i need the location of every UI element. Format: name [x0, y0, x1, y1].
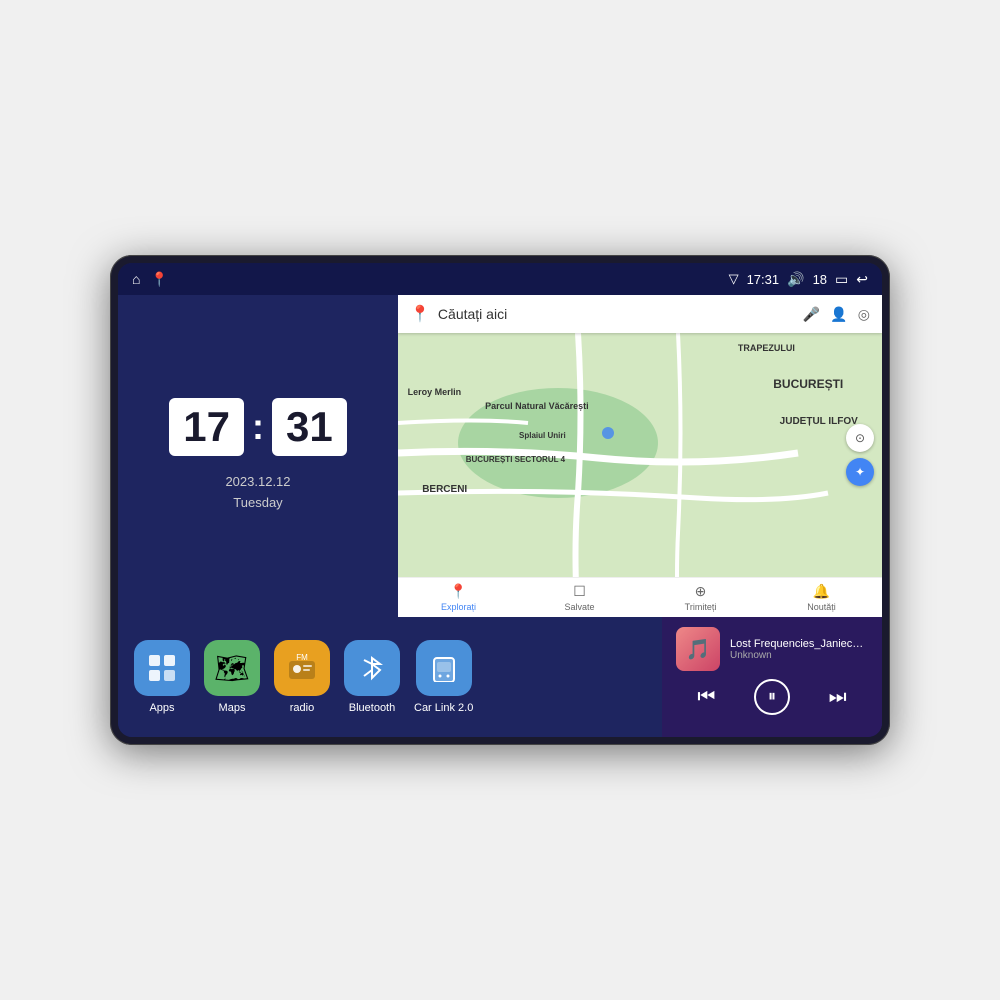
music-panel: 🎵 Lost Frequencies_Janieck Devy-... Unkn…	[662, 617, 882, 737]
maps-icon: 🗺	[204, 640, 260, 696]
main-content: 17 : 31 2023.12.12 Tuesday 📍 Căutați aic…	[118, 295, 882, 737]
music-controls: ⏮ ⏸ ⏭	[676, 679, 868, 715]
radio-label: radio	[290, 702, 314, 714]
status-left: ⌂ 📍	[132, 271, 168, 288]
bluetooth-icon	[344, 640, 400, 696]
map-bottom-nav: 📍 Explorați ☐ Salvate ⊕ Trimiteți 🔔	[398, 577, 882, 617]
music-thumb-icon: 🎵	[686, 637, 711, 662]
clock-display: 17 : 31	[169, 398, 346, 456]
map-search-bar: 📍 Căutați aici 🎤 👤 ◎	[398, 295, 882, 333]
map-nav-news-icon: 🔔	[813, 583, 830, 600]
map-voice-icon[interactable]: 🎤	[803, 306, 820, 323]
app-bluetooth[interactable]: Bluetooth	[344, 640, 400, 714]
music-artist: Unknown	[730, 650, 868, 661]
map-account-icon[interactable]: 👤	[830, 306, 847, 323]
clock-day: Tuesday	[225, 493, 290, 514]
svg-text:FM: FM	[296, 653, 308, 662]
map-label-sector4: BUCUREȘTI SECTORUL 4	[466, 455, 565, 464]
map-nav-explore[interactable]: 📍 Explorați	[398, 583, 519, 612]
map-label-splaiul: Splaiul Uniri	[519, 431, 566, 440]
map-road-4	[713, 333, 717, 577]
signal-icon: ▽	[729, 271, 739, 287]
status-right: ▽ 17:31 🔊 18 ▭ ↩	[729, 271, 868, 288]
maps-emoji-icon: 🗺	[214, 652, 250, 685]
status-time: 17:31	[747, 272, 780, 287]
app-maps[interactable]: 🗺 Maps	[204, 640, 260, 714]
map-nav-send-label: Trimiteți	[685, 602, 717, 612]
bluetooth-label: Bluetooth	[349, 702, 395, 714]
map-label-park: Parcul Natural Văcărești	[485, 401, 589, 411]
map-panel[interactable]: 📍 Căutați aici 🎤 👤 ◎	[398, 295, 882, 617]
map-compass-btn[interactable]: ⊙	[846, 424, 874, 452]
status-bar: ⌂ 📍 ▽ 17:31 🔊 18 ▭ ↩	[118, 263, 882, 295]
clock-date-value: 2023.12.12	[225, 472, 290, 493]
map-label-leroy: Leroy Merlin	[408, 387, 462, 397]
music-info: 🎵 Lost Frequencies_Janieck Devy-... Unkn…	[676, 627, 868, 671]
map-nav-explore-label: Explorați	[441, 602, 476, 612]
map-controls: ⊙ ✦	[846, 424, 874, 486]
map-nav-saved[interactable]: ☐ Salvate	[519, 583, 640, 612]
device-screen: ⌂ 📍 ▽ 17:31 🔊 18 ▭ ↩ 17 :	[118, 263, 882, 737]
map-nav-explore-icon: 📍	[450, 583, 467, 600]
clock-minutes: 31	[272, 398, 347, 456]
music-thumbnail: 🎵	[676, 627, 720, 671]
battery-icon: ▭	[835, 271, 848, 288]
map-nav-news[interactable]: 🔔 Noutăți	[761, 583, 882, 612]
app-carlink[interactable]: Car Link 2.0	[414, 640, 473, 714]
clock-date: 2023.12.12 Tuesday	[225, 472, 290, 514]
maps-pin-icon[interactable]: 📍	[150, 271, 167, 288]
app-apps[interactable]: Apps	[134, 640, 190, 714]
home-icon[interactable]: ⌂	[132, 271, 140, 287]
top-section: 17 : 31 2023.12.12 Tuesday 📍 Căutați aic…	[118, 295, 882, 617]
map-search-actions: 🎤 👤 ◎	[803, 306, 870, 323]
carlink-label: Car Link 2.0	[414, 702, 473, 714]
clock-colon: :	[252, 406, 264, 448]
volume-icon: 🔊	[787, 271, 804, 288]
bottom-section: Apps 🗺 Maps	[118, 617, 882, 737]
music-text: Lost Frequencies_Janieck Devy-... Unknow…	[730, 638, 868, 661]
clock-panel: 17 : 31 2023.12.12 Tuesday	[118, 295, 398, 617]
map-label-trapezului: TRAPEZULUI	[738, 343, 795, 353]
apps-label: Apps	[149, 702, 174, 714]
map-nav-news-label: Noutăți	[807, 602, 836, 612]
device-frame: ⌂ 📍 ▽ 17:31 🔊 18 ▭ ↩ 17 :	[110, 255, 890, 745]
map-search-placeholder[interactable]: Căutați aici	[438, 306, 795, 322]
apps-svg-icon	[147, 653, 177, 683]
map-label-berceni: BERCENI	[422, 484, 467, 495]
apps-icon	[134, 640, 190, 696]
map-visual[interactable]: Parcul Natural Văcărești BUCUREȘTI JUDEȚ…	[398, 333, 882, 577]
battery-level: 18	[813, 272, 827, 287]
map-label-bucuresti: BUCUREȘTI	[773, 377, 843, 391]
map-location-btn[interactable]: ✦	[846, 458, 874, 486]
music-prev-button[interactable]: ⏮	[693, 682, 719, 713]
maps-label: Maps	[219, 702, 246, 714]
clock-hours: 17	[169, 398, 244, 456]
back-icon[interactable]: ↩	[856, 271, 868, 288]
map-layers-icon[interactable]: ◎	[858, 306, 870, 323]
map-nav-saved-label: Salvate	[564, 602, 594, 612]
music-play-button[interactable]: ⏸	[754, 679, 790, 715]
radio-icon: FM	[274, 640, 330, 696]
radio-svg-icon: FM	[287, 653, 317, 683]
carlink-svg-icon	[430, 654, 458, 682]
music-title: Lost Frequencies_Janieck Devy-...	[730, 638, 868, 650]
carlink-icon	[416, 640, 472, 696]
map-nav-send-icon: ⊕	[695, 583, 707, 600]
map-nav-saved-icon: ☐	[573, 583, 586, 600]
map-nav-send[interactable]: ⊕ Trimiteți	[640, 583, 761, 612]
app-radio[interactable]: FM radio	[274, 640, 330, 714]
map-search-pin-icon: 📍	[410, 304, 430, 324]
bluetooth-svg-icon	[358, 654, 386, 682]
music-next-button[interactable]: ⏭	[825, 682, 851, 713]
apps-section: Apps 🗺 Maps	[118, 617, 662, 737]
